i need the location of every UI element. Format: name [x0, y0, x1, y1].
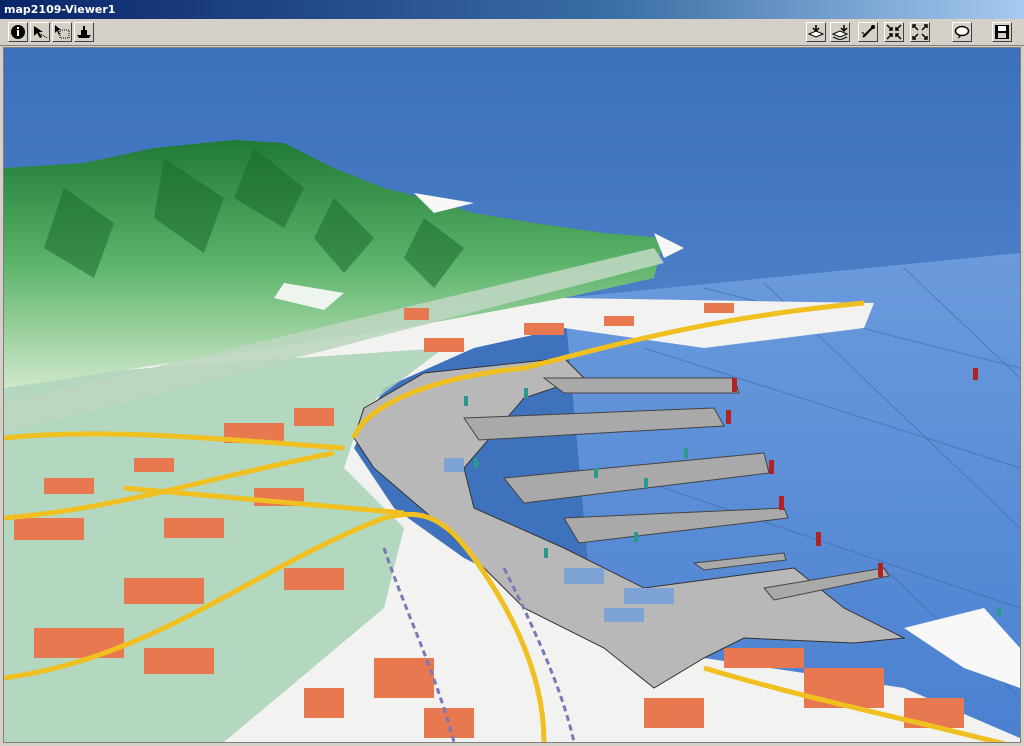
toolbar	[0, 19, 1024, 46]
area-select-button[interactable]	[52, 22, 72, 42]
zoom-in-arrows-button[interactable]	[884, 22, 904, 42]
area-select-icon	[55, 25, 70, 39]
ship-button[interactable]	[74, 22, 94, 42]
zoom-in-arrows-icon	[886, 24, 902, 40]
import-layer-icon	[808, 25, 824, 38]
save-button[interactable]	[992, 22, 1012, 42]
import-layer-button[interactable]	[806, 22, 826, 42]
comment-button[interactable]	[952, 22, 972, 42]
save-icon	[995, 25, 1009, 39]
export-layer-button[interactable]	[830, 22, 850, 42]
zoom-out-arrows-button[interactable]	[910, 22, 930, 42]
reset-view-button[interactable]	[858, 22, 878, 42]
info-icon	[11, 25, 25, 39]
ship-icon	[77, 26, 91, 38]
info-button[interactable]	[8, 22, 28, 42]
select-tool-icon	[34, 26, 48, 39]
export-layer-icon	[832, 25, 848, 40]
select-tool-button[interactable]	[30, 22, 50, 42]
reset-view-icon	[861, 25, 875, 38]
window-title: map2109-Viewer1	[4, 3, 116, 16]
map-3d-viewport[interactable]	[3, 47, 1021, 743]
window-title-bar: map2109-Viewer1	[0, 0, 1024, 19]
speech-bubble-icon	[954, 25, 970, 39]
map-3d-scene	[4, 48, 1020, 742]
zoom-out-arrows-icon	[912, 24, 928, 40]
